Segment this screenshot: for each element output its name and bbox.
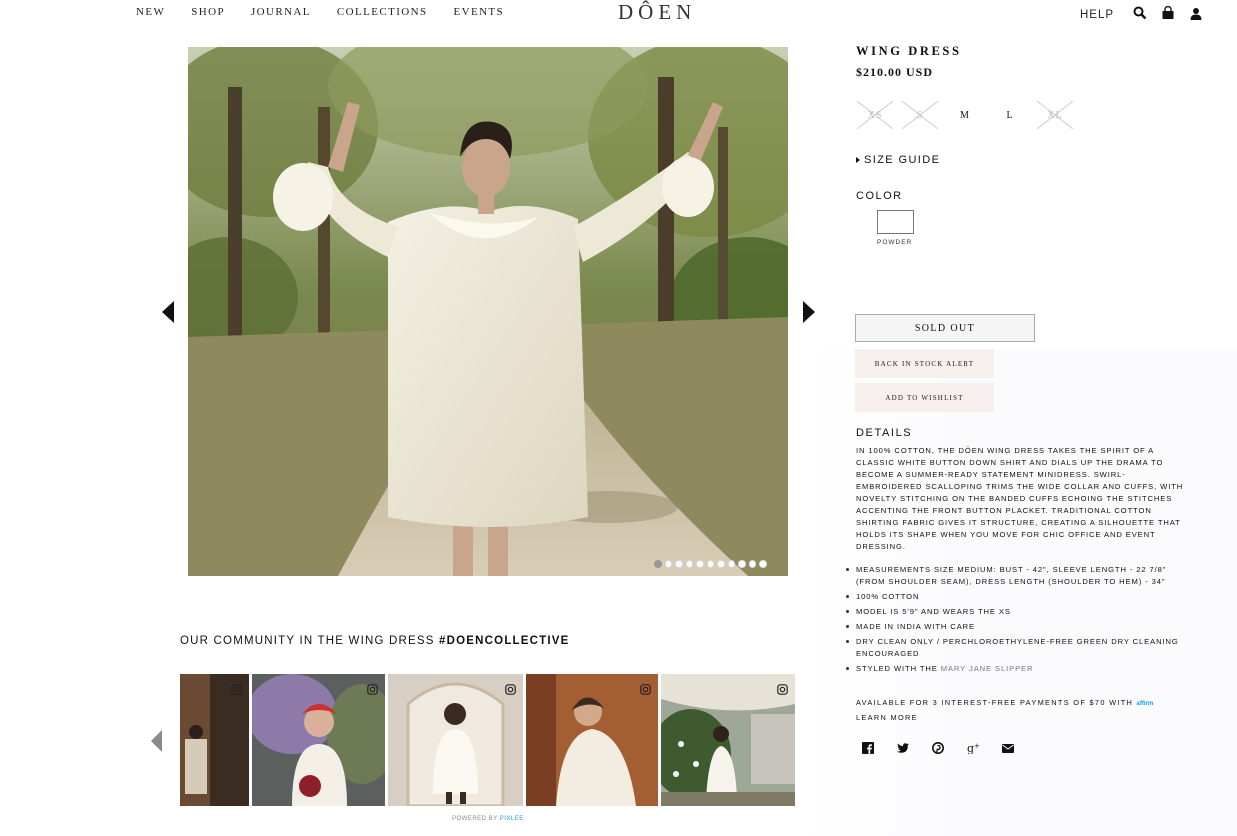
twitter-icon[interactable] <box>897 740 932 756</box>
product-title: WING DRESS <box>856 44 962 58</box>
product-price: $210.00 USD <box>856 65 934 79</box>
pixlee-brand: PIXLEE <box>499 816 524 822</box>
list-item-styled-with: STYLED WITH THE MARY JANE SLIPPER <box>846 663 1186 675</box>
community-photo[interactable] <box>388 674 523 806</box>
details-heading: DETAILS <box>856 427 913 439</box>
search-icon[interactable] <box>1130 4 1150 22</box>
list-item: MADE IN INDIA WITH CARE <box>846 621 1186 633</box>
affirm-text: AVAILABLE FOR 3 INTEREST-FREE PAYMENTS O… <box>856 698 1137 707</box>
size-label: XL <box>1047 109 1063 121</box>
size-label: XS <box>867 109 883 121</box>
powered-by-text: POWERED BY <box>452 816 498 822</box>
size-selector: XS S M L XL <box>856 100 1081 130</box>
svg-text:g: g <box>967 742 974 754</box>
gallery-dot[interactable] <box>706 560 714 568</box>
community-photo[interactable] <box>180 674 249 806</box>
gallery-dot[interactable] <box>748 560 756 568</box>
size-label: M <box>960 109 970 121</box>
gallery-dot[interactable] <box>664 560 672 568</box>
community-photo[interactable] <box>661 674 795 806</box>
caret-right-icon <box>856 157 860 163</box>
nav-events[interactable]: EVENTS <box>453 6 504 18</box>
community-title: OUR COMMUNITY IN THE WING DRESS #DOENCOL… <box>180 635 570 647</box>
email-icon[interactable] <box>1002 740 1037 756</box>
pinterest-icon[interactable] <box>932 740 967 756</box>
gallery-dot[interactable] <box>675 560 683 568</box>
facebook-icon[interactable] <box>862 740 897 756</box>
affirm-logo: affirm <box>1136 701 1154 707</box>
utility-nav: HELP <box>1080 4 1206 22</box>
instagram-icon <box>777 680 788 699</box>
gallery-dot[interactable] <box>685 560 693 568</box>
community-hashtag[interactable]: #DOENCOLLECTIVE <box>439 635 569 647</box>
mary-jane-slipper-link[interactable]: MARY JANE SLIPPER <box>941 664 1034 673</box>
add-to-wishlist-button[interactable]: ADD TO WISHLIST <box>855 383 994 412</box>
size-option-xs[interactable]: XS <box>856 100 894 130</box>
social-share: g + <box>862 740 1037 756</box>
instagram-icon <box>505 680 516 699</box>
gallery-dot[interactable] <box>654 560 662 568</box>
learn-more-link[interactable]: LEARN MORE <box>856 713 918 722</box>
account-icon[interactable] <box>1186 4 1206 22</box>
details-description: IN 100% COTTON, THE DÔEN WING DRESS TAKE… <box>856 446 1184 551</box>
help-link[interactable]: HELP <box>1080 9 1114 21</box>
shopping-bag-icon[interactable] <box>1158 4 1178 22</box>
color-label: COLOR <box>856 190 903 202</box>
sold-out-button[interactable]: SOLD OUT <box>855 314 1035 342</box>
gallery-prev-arrow[interactable] <box>162 301 174 323</box>
gallery-dot[interactable] <box>696 560 704 568</box>
gallery-dot[interactable] <box>717 560 725 568</box>
gallery-pagination <box>654 560 767 568</box>
size-option-s[interactable]: S <box>901 100 939 130</box>
community-photo[interactable] <box>252 674 385 806</box>
size-option-m[interactable]: M <box>946 100 984 130</box>
main-nav: NEW SHOP JOURNAL COLLECTIONS EVENTS <box>136 6 530 18</box>
powered-by-pixlee[interactable]: POWERED BY PIXLEE <box>452 816 524 822</box>
size-label: S <box>916 109 924 121</box>
gallery-dot[interactable] <box>738 560 746 568</box>
instagram-icon <box>231 680 242 699</box>
details-bullet-list: MEASUREMENTS SIZE MEDIUM: BUST - 42", SL… <box>846 564 1186 678</box>
community-prev-arrow[interactable] <box>151 730 162 752</box>
gallery-next-arrow[interactable] <box>803 301 815 323</box>
community-photo[interactable] <box>526 674 658 806</box>
google-plus-icon[interactable]: g + <box>967 740 1002 756</box>
styled-with-text: STYLED WITH THE <box>856 664 941 673</box>
gallery-dot[interactable] <box>727 560 735 568</box>
color-swatch-name: POWDER <box>877 239 913 246</box>
size-option-xl[interactable]: XL <box>1036 100 1074 130</box>
nav-collections[interactable]: COLLECTIONS <box>337 6 428 18</box>
instagram-icon <box>367 680 378 699</box>
list-item: MEASUREMENTS SIZE MEDIUM: BUST - 42", SL… <box>846 564 1186 588</box>
gallery-dot[interactable] <box>759 560 767 568</box>
size-label: L <box>1006 109 1014 121</box>
back-in-stock-alert-button[interactable]: BACK IN STOCK ALERT <box>855 349 994 378</box>
svg-text:+: + <box>974 742 980 750</box>
list-item: 100% COTTON <box>846 591 1186 603</box>
brand-logo[interactable]: DÔEN <box>618 0 696 25</box>
community-title-text: OUR COMMUNITY IN THE WING DRESS <box>180 635 440 647</box>
size-guide-label: SIZE GUIDE <box>864 154 941 166</box>
list-item: DRY CLEAN ONLY / PERCHLOROETHYLENE-FREE … <box>846 636 1186 660</box>
instagram-icon <box>640 680 651 699</box>
nav-shop[interactable]: SHOP <box>191 6 225 18</box>
size-guide-toggle[interactable]: SIZE GUIDE <box>856 154 940 166</box>
nav-journal[interactable]: JOURNAL <box>251 6 311 18</box>
color-swatch-powder[interactable] <box>877 210 914 234</box>
nav-new[interactable]: NEW <box>136 6 165 18</box>
affirm-promo: AVAILABLE FOR 3 INTEREST-FREE PAYMENTS O… <box>856 696 1196 725</box>
size-option-l[interactable]: L <box>991 100 1029 130</box>
product-hero-image[interactable] <box>188 47 788 576</box>
list-item: MODEL IS 5'9" AND WEARS THE XS <box>846 606 1186 618</box>
